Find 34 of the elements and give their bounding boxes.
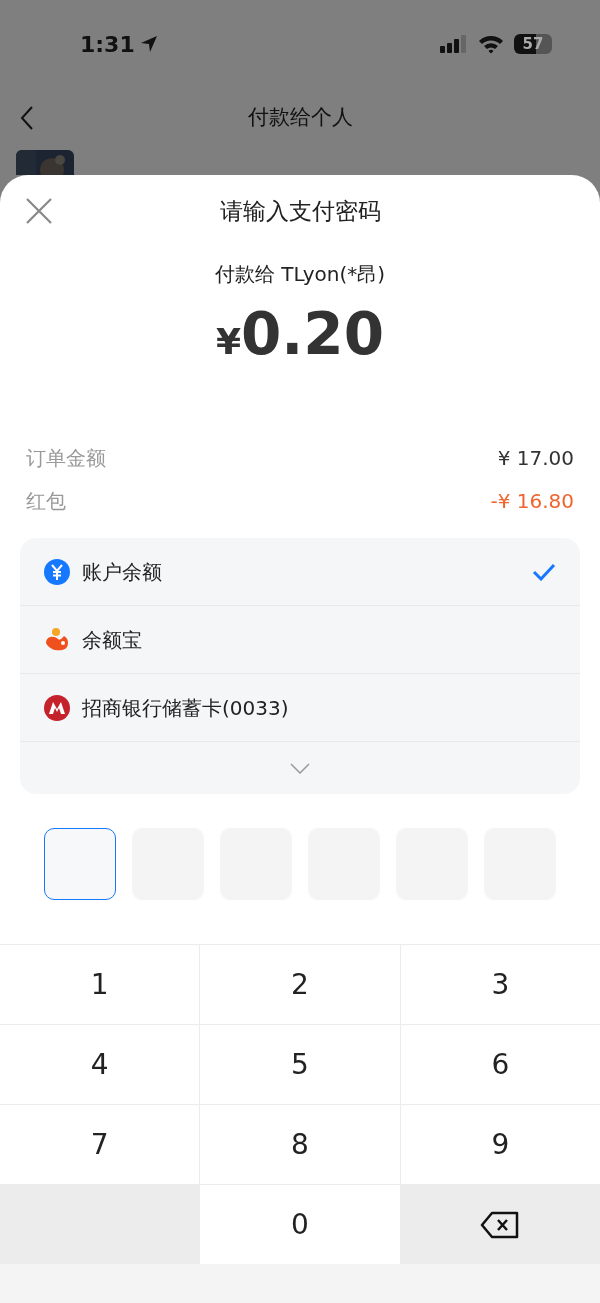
payment-option[interactable]: 账户余额 xyxy=(20,538,580,606)
summary-value: ¥ 17.00 xyxy=(497,444,574,472)
keypad-key[interactable]: 9 xyxy=(400,1105,600,1184)
payment-option[interactable]: 招商银行储蓄卡(0033) xyxy=(20,674,580,742)
back-icon[interactable] xyxy=(20,106,34,130)
page-title: 付款给个人 xyxy=(247,104,353,132)
signal-icon xyxy=(440,35,468,53)
currency-symbol: ¥ xyxy=(215,321,241,364)
keypad-key[interactable]: 0 xyxy=(200,1185,400,1264)
close-icon[interactable] xyxy=(26,198,52,224)
status-time: 1:31 xyxy=(80,30,135,59)
payee-label: 付款给 TLyon(*昂) xyxy=(214,261,386,288)
keypad-key[interactable]: 7 xyxy=(0,1105,200,1184)
fish-icon xyxy=(44,626,70,653)
battery-icon: 57 xyxy=(514,34,552,54)
summary-label: 订单金额 xyxy=(26,444,106,472)
backspace-icon xyxy=(480,1210,521,1239)
keypad-key[interactable]: 6 xyxy=(400,1025,600,1104)
payment-option[interactable]: 余额宝 xyxy=(20,606,580,674)
wifi-icon xyxy=(478,34,504,54)
bank-logo-icon xyxy=(44,694,70,721)
pin-box[interactable] xyxy=(44,828,116,900)
keypad-key[interactable]: 1 xyxy=(0,945,200,1024)
sheet-title: 请输入支付密码 xyxy=(219,196,381,226)
summary-label: 红包 xyxy=(26,487,66,515)
keypad-key[interactable]: 8 xyxy=(200,1105,400,1184)
expand-icon[interactable] xyxy=(290,762,310,774)
keypad-key[interactable]: 5 xyxy=(200,1025,400,1104)
summary-value: -¥ 16.80 xyxy=(490,487,574,515)
keypad-key[interactable]: 2 xyxy=(200,945,400,1024)
yuan-coin-icon xyxy=(44,558,70,585)
keypad-key[interactable]: 4 xyxy=(0,1025,200,1104)
payment-amount: 0.20 xyxy=(240,299,385,370)
keypad-key[interactable]: 3 xyxy=(400,945,600,1024)
